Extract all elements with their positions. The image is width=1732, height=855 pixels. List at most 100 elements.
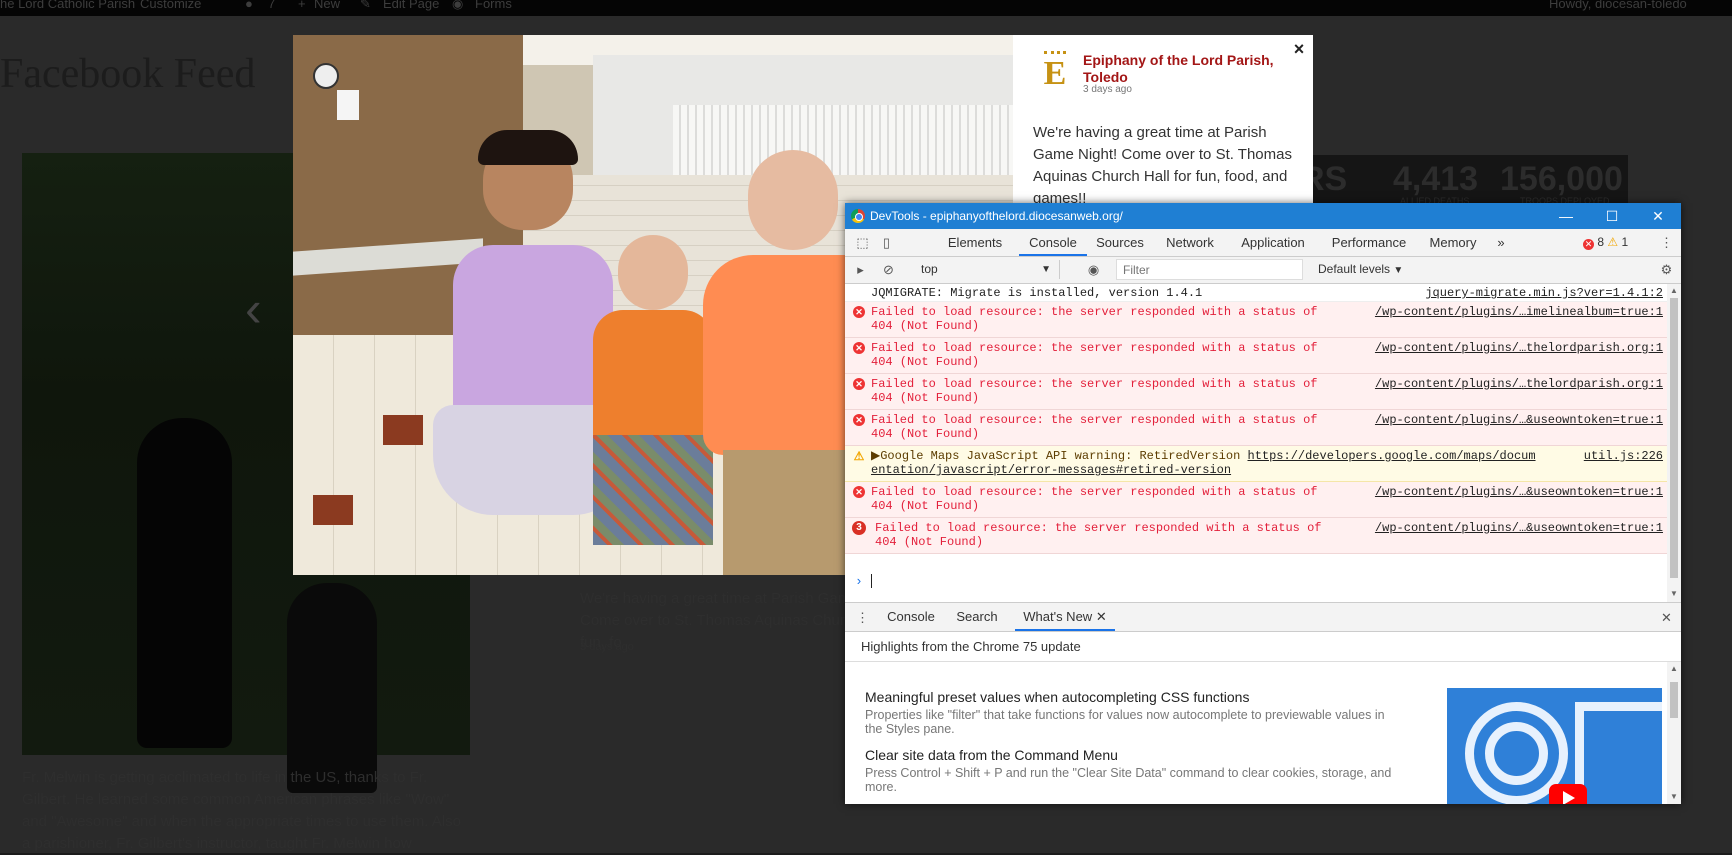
error-icon: ✕ (853, 342, 865, 354)
feature-description: Properties like "filter" that take funct… (865, 708, 1385, 736)
photo-sign (337, 90, 359, 120)
docs-link[interactable]: entation/javascript/error-messages#retir… (871, 463, 1231, 477)
scrollbar-thumb[interactable] (1670, 298, 1678, 578)
console-scrollbar[interactable]: ▲ ▼ (1667, 284, 1681, 602)
filter-input[interactable] (1116, 259, 1303, 280)
thumbnail-ring (1485, 722, 1548, 785)
photo-child-head (618, 235, 688, 310)
console-message: ✕ Failed to load resource: the server re… (845, 482, 1667, 518)
scrollbar-thumb[interactable] (1670, 682, 1678, 718)
scroll-up-icon[interactable]: ▲ (1670, 664, 1678, 673)
close-tab-icon[interactable]: ✕ (1096, 609, 1107, 624)
docs-link[interactable]: https://developers.google.com/maps/docum (1248, 449, 1536, 463)
tab-performance[interactable]: Performance (1319, 229, 1419, 256)
tab-sources[interactable]: Sources (1087, 229, 1153, 256)
message-source-link[interactable]: /wp-content/plugins/…imelinealbum=true:1 (1375, 305, 1663, 319)
youtube-play-icon[interactable] (1549, 784, 1587, 804)
tab-network[interactable]: Network (1153, 229, 1227, 256)
error-icon: ✕ (1583, 239, 1594, 250)
tab-elements[interactable]: Elements (931, 229, 1019, 256)
tab-application[interactable]: Application (1227, 229, 1319, 256)
admin-site-name[interactable]: he Lord Catholic Parish (0, 0, 135, 12)
message-text: Failed to load resource: the server resp… (875, 521, 1322, 549)
message-source-link[interactable]: jquery-migrate.min.js?ver=1.4.1:2 (1425, 286, 1663, 300)
feature-description: Press Control + Shift + P and run the "C… (865, 766, 1392, 794)
photo-child-shorts (593, 435, 713, 545)
feature-heading[interactable]: Clear site data from the Command Menu (865, 747, 1118, 763)
carousel-prev-icon[interactable]: ‹ (245, 280, 262, 338)
message-source-link[interactable]: /wp-content/plugins/…&useowntoken=true:1 (1375, 521, 1663, 535)
pencil-icon: ✎ (360, 0, 371, 11)
video-thumbnail[interactable] (1447, 688, 1662, 804)
whats-new-content[interactable]: Meaningful preset values when autocomple… (845, 662, 1667, 804)
close-window-button[interactable]: ✕ (1635, 203, 1681, 229)
comments-count[interactable]: 7 (268, 0, 275, 12)
forms-icon: ◉ (452, 0, 464, 11)
context-select[interactable]: top ▼ (921, 260, 1060, 279)
close-drawer-icon[interactable]: ✕ (1659, 610, 1674, 625)
console-input[interactable] (871, 574, 872, 588)
console-message: ✕ Failed to load resource: the server re… (845, 302, 1667, 338)
error-icon: ✕ (853, 414, 865, 426)
whats-new-scrollbar[interactable]: ▲ ▼ (1667, 662, 1681, 804)
whats-new-header: Highlights from the Chrome 75 update (845, 632, 1681, 662)
devtools-titlebar[interactable]: DevTools - epiphanyofthelord.diocesanweb… (845, 203, 1681, 229)
stat-value: 4,413 (1393, 160, 1479, 198)
photo-floor-tile (383, 415, 423, 445)
photo-child-shirt (593, 310, 713, 440)
howdy-user[interactable]: Howdy, diocesan-toledo (1549, 0, 1687, 12)
scroll-down-icon[interactable]: ▼ (1670, 589, 1678, 598)
message-source-link[interactable]: /wp-content/plugins/…&useowntoken=true:1 (1375, 413, 1663, 427)
message-text: Failed to load resource: the server resp… (871, 485, 1318, 513)
post-text: We're having a great time at Parish Game… (1033, 124, 1292, 207)
tab-memory[interactable]: Memory (1419, 229, 1487, 256)
edit-page-link[interactable]: Edit Page (383, 0, 439, 12)
device-toolbar-icon[interactable]: ▯ (879, 235, 894, 250)
comments-icon[interactable]: ● (245, 0, 253, 12)
customize-link[interactable]: Customize (140, 0, 201, 12)
tab-console[interactable]: Console (1019, 229, 1087, 256)
message-source-link[interactable]: /wp-content/plugins/…&useowntoken=true:1 (1375, 485, 1663, 499)
error-count: 8 (1597, 235, 1605, 249)
minimize-button[interactable]: — (1543, 203, 1589, 229)
maximize-button[interactable]: ☐ (1589, 203, 1635, 229)
inspect-element-icon[interactable]: ⬚ (855, 235, 870, 250)
message-source-link[interactable]: /wp-content/plugins/…thelordparish.org:1 (1375, 377, 1663, 391)
message-source-link[interactable]: util.js:226 (1584, 449, 1663, 463)
plus-icon: + (298, 0, 306, 11)
live-expression-eye-icon[interactable]: ◉ (1086, 262, 1101, 277)
devtools-tabbar: ⬚ ▯ Elements Console Sources Network App… (845, 229, 1681, 257)
show-sidebar-icon[interactable]: ▸ (853, 262, 868, 277)
drawer-tab-search[interactable]: Search (945, 603, 1009, 631)
gear-icon[interactable]: ⚙ (1659, 262, 1674, 277)
error-icon: ✕ (853, 486, 865, 498)
drawer-tab-console[interactable]: Console (877, 603, 945, 631)
post-time[interactable]: 3 days ago (1083, 84, 1132, 95)
close-icon[interactable]: × (1290, 40, 1308, 58)
log-levels-dropdown[interactable]: Default levels ▼ (1318, 260, 1403, 279)
drawer-tab-whats-new[interactable]: What's New ✕ (1015, 603, 1115, 631)
message-text: Failed to load resource: the server resp… (871, 377, 1318, 405)
scroll-down-icon[interactable]: ▼ (1670, 792, 1678, 801)
photo-child-head (748, 150, 838, 250)
more-tabs-icon[interactable]: » (1487, 229, 1515, 256)
message-prefix[interactable]: ▶Google Maps JavaScript API warning: Ret… (871, 449, 1248, 463)
drawer-menu-icon[interactable]: ⋮ (855, 610, 870, 625)
scroll-up-icon[interactable]: ▲ (1670, 286, 1678, 295)
clear-console-icon[interactable]: ⊘ (881, 262, 896, 277)
issue-counter[interactable]: ✕ 8 ⚠ 1 (1583, 229, 1628, 256)
message-source-link[interactable]: /wp-content/plugins/…thelordparish.org:1 (1375, 341, 1663, 355)
feature-heading[interactable]: Meaningful preset values when autocomple… (865, 689, 1249, 705)
console-messages[interactable]: JQMIGRATE: Migrate is installed, version… (845, 284, 1667, 602)
more-options-icon[interactable]: ⋮ (1659, 235, 1674, 250)
drawer-tab-label: What's New (1023, 609, 1093, 624)
page-name-link[interactable]: Epiphany of the Lord Parish, Toledo (1083, 52, 1283, 86)
parish-logo-icon[interactable]: E (1038, 51, 1072, 93)
new-link[interactable]: New (314, 0, 340, 12)
error-icon: ✕ (853, 378, 865, 390)
drawer-tabbar: ⋮ Console Search What's New ✕ ✕ (845, 602, 1681, 632)
message-text: Failed to load resource: the server resp… (871, 413, 1318, 441)
chrome-icon (851, 209, 865, 223)
forms-link[interactable]: Forms (475, 0, 512, 12)
photo-figure (137, 418, 232, 748)
